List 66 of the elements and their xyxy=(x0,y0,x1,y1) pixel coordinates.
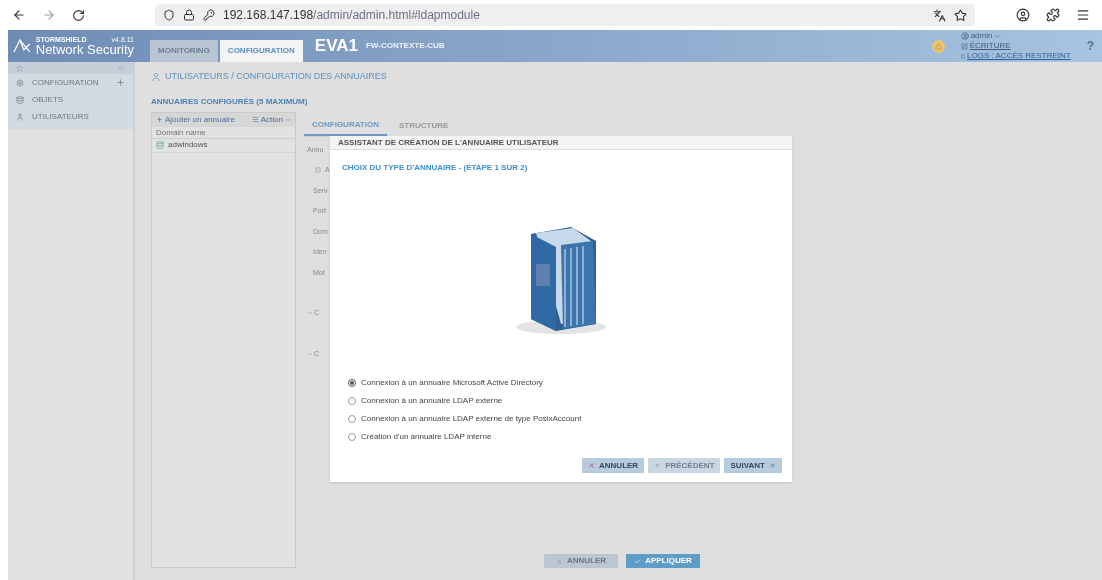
sidebar-item[interactable]: OBJETS xyxy=(8,91,133,108)
radio-label: Connexion à un annuaire LDAP externe de type PosixAccount xyxy=(361,413,582,425)
logs-link[interactable]: LOGS : ACCÈS RESTREINT xyxy=(967,51,1071,61)
edit-icon xyxy=(960,42,968,50)
cancel-icon xyxy=(555,557,563,565)
radio-button[interactable] xyxy=(348,433,356,441)
directory-icon xyxy=(156,141,164,149)
radio-button[interactable] xyxy=(348,379,356,387)
users-icon xyxy=(151,71,161,82)
next-icon xyxy=(769,462,776,469)
bookmark-icon[interactable] xyxy=(954,8,967,22)
sidebar-item[interactable]: UTILISATEURS xyxy=(8,108,133,125)
warning-icon xyxy=(934,42,942,50)
radio-label: Création d'un annuaire LDAP interne xyxy=(361,431,492,443)
extensions-icon[interactable] xyxy=(1046,8,1060,22)
lock-icon xyxy=(183,9,195,21)
shield-icon xyxy=(163,9,175,21)
previous-icon xyxy=(654,462,662,469)
user-icon xyxy=(960,32,969,40)
sidebar-item-icon xyxy=(16,95,24,104)
menu-icon xyxy=(251,116,259,123)
step-heading: CHOIX DU TYPE D'ANNUAIRE - (ÉTAPE 1 SUR 2) xyxy=(342,162,529,174)
menu-icon[interactable] xyxy=(1076,8,1090,22)
translate-icon[interactable] xyxy=(933,8,946,22)
url-text: 192.168.147.198/admin/admin.html#ldapmodule xyxy=(223,7,480,24)
logo-icon xyxy=(12,38,32,54)
help-button[interactable]: ? xyxy=(1086,37,1094,55)
caret-icon xyxy=(285,116,291,123)
cancel-button[interactable]: ANNULER xyxy=(582,458,645,473)
caret-icon xyxy=(307,310,313,317)
caret-icon xyxy=(307,350,313,357)
action-menu-button[interactable]: Action xyxy=(251,113,291,126)
key-icon xyxy=(203,9,215,21)
directory-row[interactable]: adwindows xyxy=(152,138,295,153)
account-icon[interactable] xyxy=(1016,8,1030,22)
access-link[interactable]: ÉCRITURE xyxy=(969,41,1011,51)
config-tab[interactable]: STRUCTURE xyxy=(390,115,457,136)
logs-icon xyxy=(960,52,966,60)
product-name: Network Security xyxy=(35,43,134,56)
radio-button[interactable] xyxy=(348,415,356,423)
dialog-title: ASSISTANT DE CRÉATION DE L'ANNUAIRE UTILISATEUR xyxy=(330,136,792,150)
check-icon xyxy=(634,557,642,565)
user-menu[interactable]: admin xyxy=(960,31,1071,41)
firewall-context: FW-CONTEXTE-CUB xyxy=(366,40,445,52)
plus-icon xyxy=(156,116,163,123)
add-directory-button[interactable]: Ajouter un annuaire xyxy=(156,113,235,126)
section-heading: ANNUAIRES CONFIGURÉS (5 MAXIMUM) xyxy=(151,95,309,108)
firewall-name: EVA1 xyxy=(314,35,358,58)
caret-icon xyxy=(994,32,1002,40)
radio-button[interactable] xyxy=(348,397,356,405)
back-icon[interactable] xyxy=(12,8,26,22)
nav-tab[interactable]: CONFIGURATION xyxy=(219,40,303,62)
sidebar-item[interactable]: CONFIGURATION xyxy=(8,74,133,91)
cancel-icon xyxy=(588,462,595,469)
radio-label: Connexion à un annuaire Microsoft Active Directory xyxy=(361,377,543,389)
radio-label: Connexion à un annuaire LDAP externe xyxy=(361,395,503,407)
checkbox-icon xyxy=(315,167,321,174)
address-bar[interactable]: 192.168.147.198/admin/admin.html#ldapmodule xyxy=(155,4,975,26)
column-header: Domain name xyxy=(152,126,295,139)
apply-button[interactable]: APPLIQUER xyxy=(626,554,700,568)
nav-tab[interactable]: MONITORING xyxy=(150,40,218,62)
reload-icon[interactable] xyxy=(72,8,85,22)
sidebar-item-icon xyxy=(16,112,24,121)
sidebar-item-icon xyxy=(16,78,24,87)
page-title: UTILISATEURS / CONFIGURATION DES ANNUAIRES xyxy=(165,70,387,83)
next-button[interactable]: SUIVANT xyxy=(724,458,782,473)
